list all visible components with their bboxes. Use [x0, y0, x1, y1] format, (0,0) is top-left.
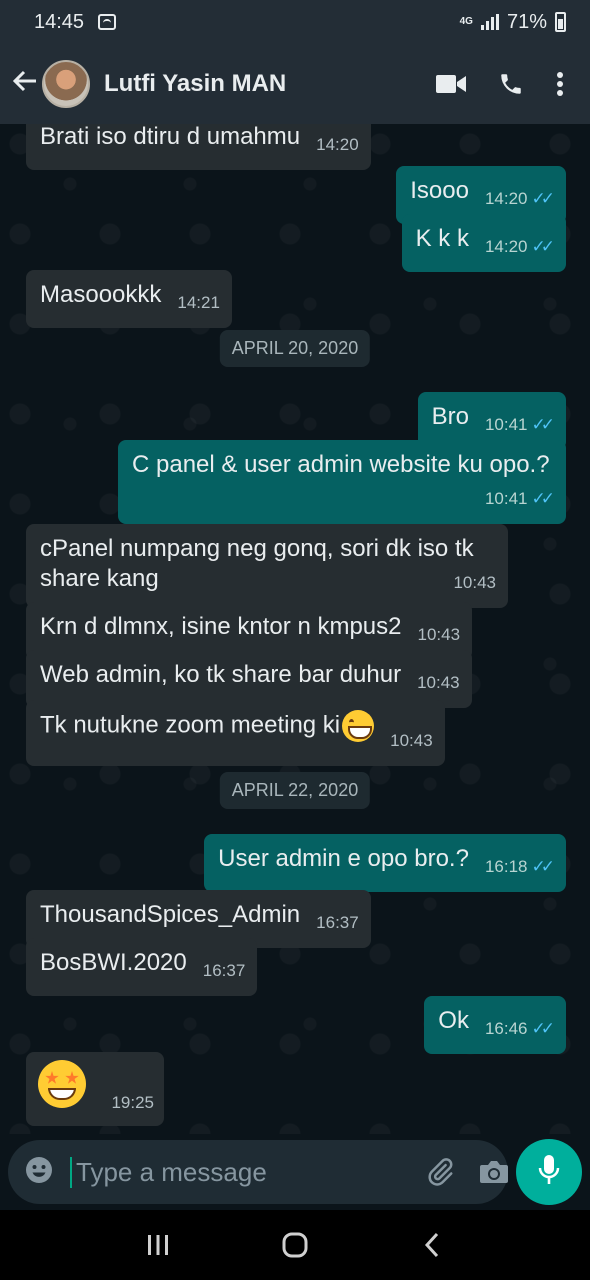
network-type: 4G [459, 16, 473, 27]
voice-record-button[interactable] [516, 1139, 582, 1205]
signal-icon [480, 14, 499, 30]
chat-messages[interactable]: Brati iso dtiru d umahmu 14:20 Isooo 14:20… [0, 124, 590, 1134]
composer-bar [0, 1134, 590, 1210]
message-incoming[interactable]: Masoookkk 14:21 [26, 270, 232, 328]
phone-icon[interactable] [498, 71, 524, 97]
system-nav-bar [0, 1210, 590, 1280]
double-check-icon: ✓✓ [531, 857, 555, 876]
double-check-icon: ✓✓ [531, 1019, 555, 1038]
recent-apps-icon[interactable] [138, 1225, 178, 1265]
arrow-left-icon[interactable] [12, 67, 40, 101]
message-incoming[interactable]: Brati iso dtiru d umahmu 14:20 [26, 124, 371, 170]
grinning-face-emoji [342, 710, 375, 742]
microphone-icon [537, 1154, 561, 1191]
date-separator: APRIL 20, 2020 [219, 330, 371, 367]
message-input[interactable] [70, 1156, 411, 1188]
status-right: 4G 71% [460, 11, 566, 34]
message-outgoing[interactable]: User admin e opo bro.? 16:18 ✓✓ [204, 834, 566, 892]
message-incoming[interactable]: 19:25 [26, 1052, 164, 1126]
message-incoming[interactable]: BosBWI.2020 16:37 [26, 938, 258, 996]
message-outgoing[interactable]: Ok 16:46 ✓✓ [424, 996, 566, 1054]
double-check-icon: ✓✓ [531, 237, 555, 256]
battery-level: 71% [506, 10, 547, 33]
camera-icon[interactable] [479, 1159, 509, 1185]
status-time: 14:45 [34, 10, 85, 33]
chat-header: Lutfi Yasin MAN [0, 44, 590, 124]
status-bar: 14:45 4G 71% [0, 0, 590, 44]
header-actions [436, 71, 578, 97]
message-outgoing[interactable]: C panel & user admin website ku opo.? 10:… [118, 440, 566, 524]
star-struck-emoji [38, 1060, 86, 1108]
home-icon[interactable] [275, 1225, 315, 1265]
message-outgoing[interactable]: K k k 14:20 ✓✓ [401, 214, 566, 272]
message-incoming[interactable]: Tk nutukne zoom meeting ki 10:43 [26, 700, 445, 767]
double-check-icon: ✓✓ [531, 489, 555, 508]
paperclip-icon[interactable] [425, 1157, 455, 1187]
back-nav-icon[interactable] [412, 1225, 452, 1265]
more-vertical-icon[interactable] [556, 71, 564, 97]
contact-name[interactable]: Lutfi Yasin MAN [104, 70, 286, 98]
video-camera-icon[interactable] [436, 74, 466, 94]
double-check-icon: ✓✓ [531, 415, 555, 434]
avatar[interactable] [42, 60, 90, 108]
smiley-icon[interactable] [24, 1155, 54, 1190]
date-separator: APRIL 22, 2020 [219, 772, 371, 809]
battery-icon [555, 12, 566, 32]
double-check-icon: ✓✓ [531, 189, 555, 208]
wifi-icon [98, 14, 117, 30]
message-field[interactable] [8, 1140, 508, 1204]
message-incoming[interactable]: cPanel numpang neg gonq, sori dk iso tk … [26, 524, 508, 608]
